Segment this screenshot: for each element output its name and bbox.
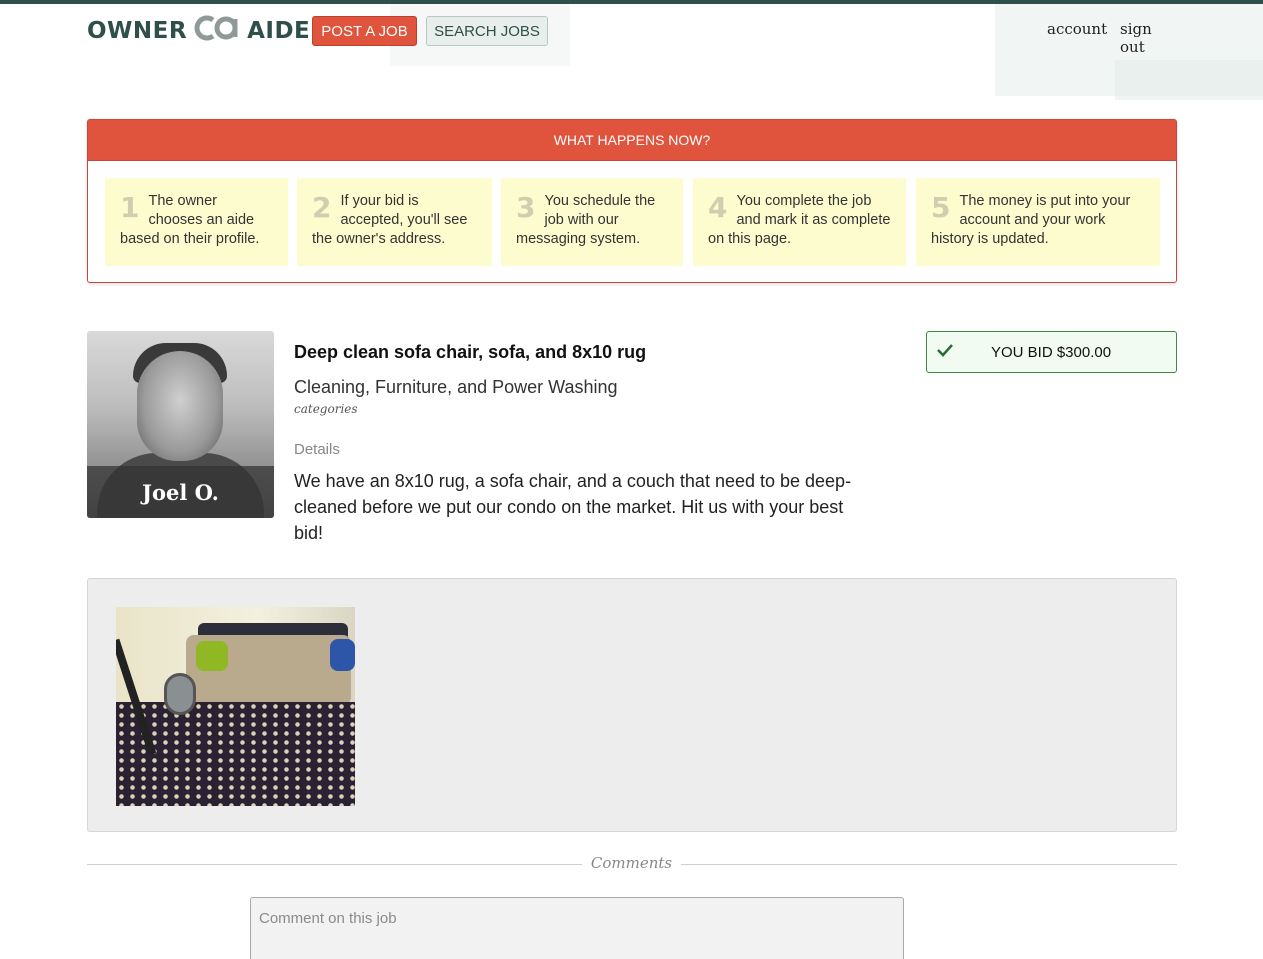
step-text: The money is put into your account and y… [931, 193, 1131, 247]
job-details: We have an 8x10 rug, a sofa chair, and a… [294, 471, 852, 543]
step-card: 1 The owner chooses an aide based on the… [105, 178, 288, 266]
step-number: 5 [931, 191, 951, 224]
step-card: 3 You schedule the job with our messagin… [501, 178, 683, 266]
comments-heading: Comments [590, 854, 673, 872]
step-number: 1 [120, 191, 140, 224]
owner-name: Joel O. [87, 466, 274, 518]
header-background-texture [1115, 60, 1263, 100]
step-text: You schedule the job with our messaging … [516, 193, 656, 247]
details-label: Details [294, 441, 340, 458]
step-text: The owner chooses an aide based on their… [120, 193, 260, 247]
comments-divider [681, 864, 1177, 865]
step-card: 5 The money is put into your account and… [916, 178, 1160, 266]
panel-title: WHAT HAPPENS NOW? [88, 120, 1176, 161]
step-text: You complete the job and mark it as comp… [708, 193, 891, 247]
owner-avatar[interactable]: Joel O. [87, 331, 274, 518]
photo-blue-pillow [330, 639, 355, 671]
what-happens-now-panel: WHAT HAPPENS NOW? 1 The owner chooses an… [87, 119, 1177, 283]
search-jobs-button[interactable]: SEARCH JOBS [426, 16, 548, 46]
categories-label: categories [294, 402, 358, 416]
logo-text-right: AIDE [247, 18, 311, 44]
step-number: 3 [516, 191, 536, 224]
step-text: If your bid is accepted, you'll see the … [312, 193, 468, 247]
avatar-photo-face [137, 351, 223, 461]
logo-text-left: OWNER [87, 18, 188, 44]
check-icon [937, 341, 953, 362]
step-number: 4 [708, 191, 728, 224]
comments-divider [87, 864, 582, 865]
job-title: Deep clean sofa chair, sofa, and 8x10 ru… [294, 342, 647, 362]
job-photos-gallery [87, 578, 1177, 832]
job-photo-thumbnail[interactable] [116, 607, 355, 806]
site-logo[interactable]: OWNER AIDE [87, 15, 311, 47]
step-card: 4 You complete the job and mark it as co… [693, 178, 906, 266]
photo-fan [164, 673, 196, 715]
comment-input[interactable] [250, 897, 904, 959]
bid-amount-label: YOU BID $300.00 [991, 344, 1112, 361]
step-number: 2 [312, 191, 332, 224]
photo-green-pillow [196, 641, 228, 671]
step-card: 2 If your bid is accepted, you'll see th… [297, 178, 492, 266]
account-link[interactable]: account [1047, 20, 1107, 38]
job-categories: Cleaning, Furniture, and Power Washing [294, 377, 618, 397]
post-job-button[interactable]: POST A JOB [312, 16, 417, 46]
site-header: OWNER AIDE POST A JOB SEARCH JOBS accoun… [87, 14, 1177, 56]
bid-status-badge: YOU BID $300.00 [926, 331, 1177, 373]
logo-mark-icon [193, 15, 241, 47]
sign-out-link[interactable]: sign out [1120, 20, 1177, 56]
